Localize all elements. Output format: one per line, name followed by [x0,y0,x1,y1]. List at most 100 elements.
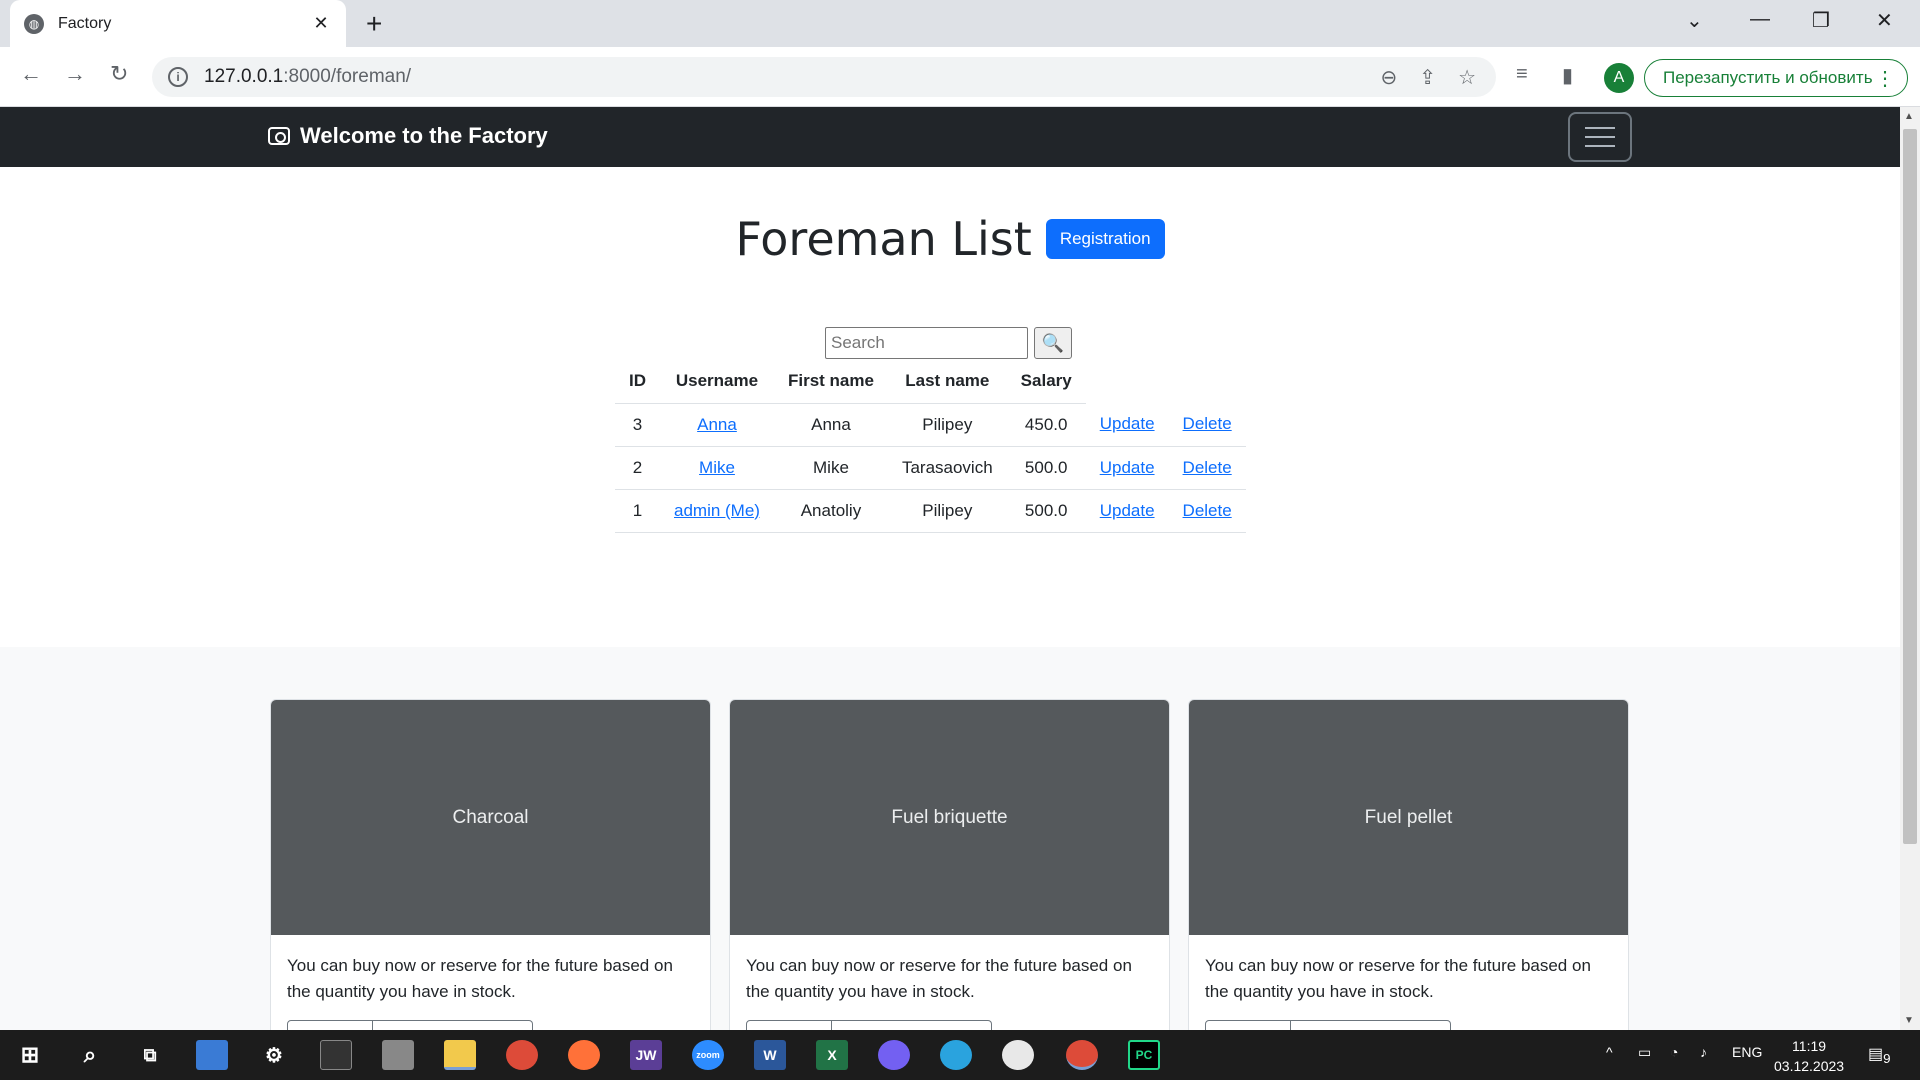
share-icon[interactable]: ⇪ [1419,65,1436,90]
update-link[interactable]: Update [1100,414,1155,433]
update-link[interactable]: Update [1100,458,1155,477]
card-button[interactable] [1205,1020,1291,1030]
card-button[interactable] [746,1020,832,1030]
username-link[interactable]: Anna [697,415,737,434]
taskbar-clock[interactable]: 11:19 03.12.2023 [1774,1036,1844,1076]
navbar-toggler-button[interactable] [1568,112,1632,162]
card-button-group [746,1020,992,1030]
header-delete [1169,359,1246,403]
close-tab-icon[interactable]: ✕ [310,13,332,34]
registration-button[interactable]: Registration [1045,219,1165,259]
excel-icon[interactable]: X [816,1040,848,1070]
pycharm-icon[interactable]: PC [1128,1040,1160,1070]
card-title: Fuel briquette [891,806,1008,828]
brand-label: Welcome to the Factory [300,123,548,148]
file-explorer-icon[interactable] [444,1040,476,1070]
word-icon[interactable]: W [754,1040,786,1070]
cell-username: admin (Me) [660,489,774,533]
firefox-icon[interactable] [568,1040,600,1070]
url-text[interactable]: 127.0.0.1:8000/foreman/ [204,66,411,88]
site-info-icon[interactable]: i [168,67,188,87]
card-title: Charcoal [452,806,529,828]
forward-icon[interactable]: → [64,61,86,87]
scroll-down-icon[interactable]: ▼ [1904,1015,1914,1026]
control-panel-icon[interactable] [196,1040,228,1070]
camera-icon [268,127,290,145]
telegram-icon[interactable] [940,1040,972,1070]
relaunch-update-button[interactable]: Перезапустить и обновить ⋮ [1644,59,1908,97]
profile-avatar[interactable]: A [1604,63,1634,93]
table-row: 2 Mike Mike Tarasaovich 500.0 Update Del… [615,446,1246,490]
zoom-app-icon[interactable]: zoom [692,1040,724,1070]
card-button[interactable] [287,1020,373,1030]
cell-first-name: Anna [773,403,888,447]
cell-update: Update [1085,403,1169,447]
cell-id: 3 [615,403,660,447]
zoom-icon[interactable]: ⊖ [1381,65,1398,90]
hamburger-line [1585,145,1615,147]
settings-gear-icon[interactable]: ⚙ [258,1040,290,1070]
navbar-brand[interactable]: Welcome to the Factory [268,123,548,149]
cell-delete: Delete [1168,489,1246,533]
header-first-name: First name [773,359,888,404]
search-button[interactable]: 🔍 [1034,327,1072,359]
cell-last-name: Pilipey [887,489,1007,533]
header-salary: Salary [1006,359,1086,404]
wifi-icon[interactable]: ◔ [1670,1044,1678,1060]
chrome-profile-icon[interactable] [1066,1040,1098,1070]
terminal-icon[interactable] [320,1040,352,1070]
volume-icon[interactable]: ♪ [1700,1044,1707,1060]
scrollbar-thumb[interactable] [1903,129,1917,844]
cell-id: 2 [615,446,660,490]
address-toolbar: ← → ↻ i 127.0.0.1:8000/foreman/ ⊖ ⇪ ☆ ≡ … [0,47,1920,107]
delete-link[interactable]: Delete [1183,458,1232,477]
jw-library-icon[interactable]: JW [630,1040,662,1070]
chrome-icon[interactable] [506,1040,538,1070]
windows-taskbar: ⊞ ⌕ ⧉ ⚙ JW zoom W X PC ^ ▭ ◔ ♪ ENG 11:19… [0,1030,1920,1080]
more-menu-icon[interactable]: ⋮ [1875,66,1895,91]
notifications-icon[interactable]: ▤9 [1868,1044,1891,1066]
update-link[interactable]: Update [1100,501,1155,520]
delete-link[interactable]: Delete [1183,501,1232,520]
battery-icon[interactable]: ▭ [1638,1044,1651,1061]
header-last-name: Last name [887,359,1007,404]
reload-icon[interactable]: ↻ [110,61,128,87]
scroll-up-icon[interactable]: ▲ [1904,111,1914,122]
tray-chevron-icon[interactable]: ^ [1606,1044,1613,1060]
card-image: Fuel pellet [1189,700,1628,935]
table-row: 3 Anna Anna Pilipey 450.0 Update Delete [615,403,1246,447]
page-scrollbar[interactable]: ▲ ▼ [1900,107,1920,1030]
card-button-group [1205,1020,1451,1030]
back-icon[interactable]: ← [20,61,42,87]
cell-first-name: Mike [773,446,888,490]
header-id: ID [615,359,660,404]
windows-start-icon[interactable]: ⊞ [14,1040,46,1070]
cell-update: Update [1085,446,1169,490]
username-link[interactable]: Mike [699,458,735,477]
cell-salary: 500.0 [1006,446,1086,490]
tab-search-icon[interactable]: ⌄ [1686,8,1703,33]
minimize-icon[interactable]: — [1750,8,1770,31]
card-button[interactable] [373,1020,533,1030]
browser-tab[interactable]: ◍ Factory ✕ [10,0,346,47]
search-icon[interactable]: ⌕ [74,1040,106,1070]
header-update [1086,359,1169,403]
printer-icon[interactable] [382,1040,414,1070]
media-control-icon[interactable]: ≡ [1516,63,1528,86]
card-button[interactable] [1291,1020,1451,1030]
delete-link[interactable]: Delete [1183,414,1232,433]
language-indicator[interactable]: ENG [1732,1044,1762,1060]
side-panel-icon[interactable]: ▮ [1562,63,1573,88]
card-button[interactable] [832,1020,992,1030]
task-view-icon[interactable]: ⧉ [134,1040,166,1070]
restore-icon[interactable]: ❐ [1812,8,1830,33]
slack-icon[interactable] [1002,1040,1034,1070]
bookmark-star-icon[interactable]: ☆ [1458,65,1476,90]
username-link[interactable]: admin (Me) [674,501,760,520]
search-input[interactable] [825,327,1028,359]
viber-icon[interactable] [878,1040,910,1070]
foreman-table: ID Username First name Last name Salary … [615,359,1246,533]
window-close-icon[interactable]: ✕ [1876,8,1893,33]
new-tab-icon[interactable]: + [366,10,382,38]
address-bar[interactable]: i 127.0.0.1:8000/foreman/ ⊖ ⇪ ☆ [152,57,1496,97]
